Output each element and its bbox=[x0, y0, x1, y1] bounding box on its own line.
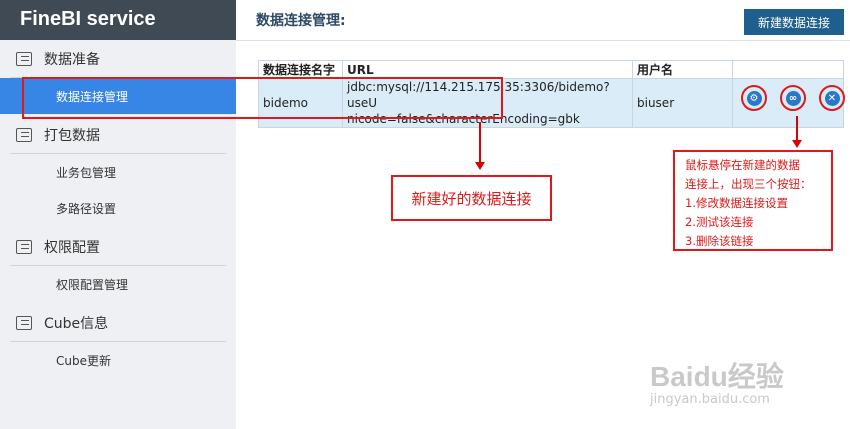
new-connection-button[interactable]: 新建数据连接 bbox=[744, 9, 844, 35]
test-connection-button[interactable]: ∞ bbox=[780, 85, 806, 111]
settings-icon: ⚙ bbox=[746, 90, 762, 106]
app-brand: FineBI service bbox=[0, 0, 236, 40]
nav-group-header[interactable]: 打包数据 bbox=[10, 116, 226, 154]
delete-icon: ✕ bbox=[824, 90, 840, 106]
nav-group-header[interactable]: 权限配置 bbox=[10, 228, 226, 266]
link-icon: ∞ bbox=[785, 90, 801, 106]
page-title: 数据连接管理: bbox=[256, 13, 346, 29]
list-icon bbox=[16, 239, 32, 254]
nav-group-cube: Cube信息 Cube更新 bbox=[0, 304, 236, 378]
list-icon bbox=[16, 51, 32, 66]
watermark-url: jingyan.baidu.com bbox=[650, 392, 770, 407]
arrow-down-icon bbox=[475, 122, 485, 170]
watermark-logo: Baidu经验 bbox=[650, 361, 784, 392]
column-header-user: 用户名 bbox=[632, 60, 733, 79]
nav-group-permissions: 权限配置 权限配置管理 bbox=[0, 228, 236, 302]
sidebar-item-business-package[interactable]: 业务包管理 bbox=[0, 154, 236, 190]
nav-group-packaging: 打包数据 业务包管理 多路径设置 bbox=[0, 116, 236, 226]
delete-connection-button[interactable]: ✕ bbox=[819, 85, 845, 111]
edit-connection-button[interactable]: ⚙ bbox=[741, 85, 767, 111]
column-header-name: 数据连接名字 bbox=[258, 60, 343, 79]
annotation-new-connection: 新建好的数据连接 bbox=[391, 175, 552, 221]
sidebar-item-permission-management[interactable]: 权限配置管理 bbox=[0, 266, 236, 302]
nav-group-header[interactable]: Cube信息 bbox=[10, 304, 226, 342]
divider bbox=[236, 40, 850, 41]
column-header-url: URL bbox=[342, 60, 633, 79]
arrow-down-icon bbox=[792, 116, 802, 148]
sidebar-item-multipath[interactable]: 多路径设置 bbox=[0, 190, 236, 226]
list-icon bbox=[16, 315, 32, 330]
sidebar: FineBI service 数据准备 数据连接管理 打包数据 业务包管理 多路… bbox=[0, 0, 236, 429]
table-header-row: 数据连接名字 URL 用户名 bbox=[258, 60, 844, 79]
annotation-hover-buttons: 鼠标悬停在新建的数据 连接上，出现三个按钮： 1.修改数据连接设置 2.测试该连… bbox=[673, 150, 833, 251]
column-header-actions bbox=[732, 60, 844, 79]
list-icon bbox=[16, 127, 32, 142]
sidebar-item-cube-update[interactable]: Cube更新 bbox=[0, 342, 236, 378]
nav-group-header[interactable]: 数据准备 bbox=[10, 40, 226, 78]
row-highlight-box bbox=[22, 77, 503, 119]
cell-user: biuser bbox=[632, 78, 733, 128]
